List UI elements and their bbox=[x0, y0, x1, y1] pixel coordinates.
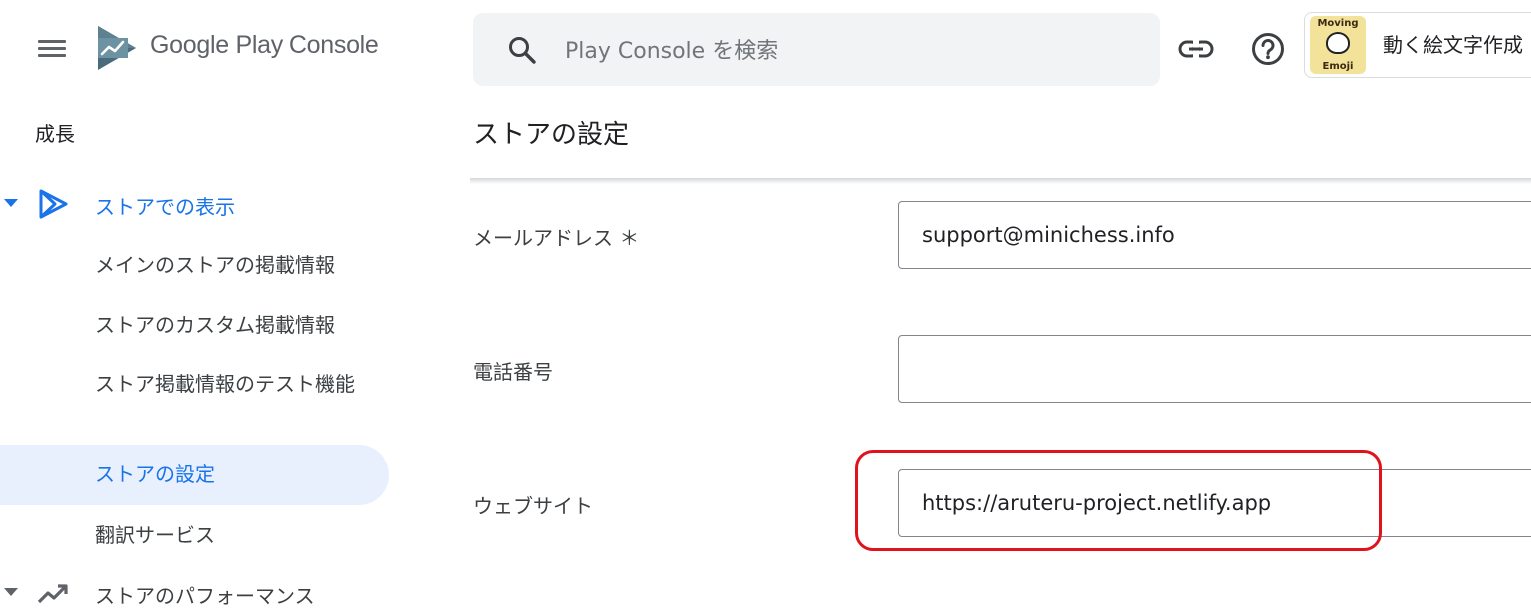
nav-group-store-presence[interactable]: ストアでの表示 bbox=[0, 183, 390, 227]
menu-icon-bar bbox=[38, 54, 66, 57]
sidebar-item-label: 翻訳サービス bbox=[95, 523, 215, 547]
search-icon[interactable] bbox=[507, 35, 537, 65]
sidebar-item-label: メインのストアの掲載情報 bbox=[95, 253, 335, 277]
website-label: ウェブサイト bbox=[473, 494, 593, 518]
title-divider bbox=[470, 178, 1531, 184]
app-icon: Moving Emoji bbox=[1310, 16, 1366, 74]
brand-google-play: Google Play bbox=[150, 31, 283, 59]
app-name: 動く絵文字作成 bbox=[1383, 33, 1523, 57]
sidebar-item-label: ストアの設定 bbox=[95, 462, 215, 486]
main-menu-button[interactable] bbox=[36, 36, 68, 62]
trending-up-icon bbox=[37, 584, 68, 604]
nav-group-label: ストアのパフォーマンス bbox=[95, 584, 315, 608]
play-console-logo-icon bbox=[98, 26, 136, 70]
page-title: ストアの設定 bbox=[473, 120, 630, 150]
email-label: メールアドレス ＊ bbox=[473, 226, 640, 250]
play-triangle-icon bbox=[39, 189, 68, 219]
email-field[interactable] bbox=[898, 201, 1531, 269]
menu-icon-bar bbox=[38, 47, 66, 50]
sidebar-item-main-store-listing[interactable]: メインのストアの掲載情報 bbox=[0, 246, 389, 286]
phone-field[interactable] bbox=[898, 335, 1531, 403]
menu-icon-bar bbox=[38, 40, 66, 43]
emoji-face-icon bbox=[1326, 32, 1350, 54]
nav-group-store-performance[interactable]: ストアのパフォーマンス bbox=[0, 572, 390, 610]
nav-section-growth: 成長 bbox=[35, 122, 75, 146]
sidebar-item-store-listing-experiments[interactable]: ストア掲載情報のテスト機能 bbox=[0, 366, 389, 432]
nav-group-label: ストアでの表示 bbox=[95, 195, 235, 219]
product-logo-text[interactable]: Google Play Console bbox=[150, 31, 379, 60]
app-icon-text-bottom: Emoji bbox=[1322, 61, 1354, 72]
app-icon-text-top: Moving bbox=[1317, 18, 1359, 29]
caret-down-icon bbox=[4, 588, 18, 596]
website-field[interactable] bbox=[898, 469, 1531, 537]
sidebar-item-custom-store-listings[interactable]: ストアのカスタム掲載情報 bbox=[0, 306, 389, 346]
help-icon[interactable] bbox=[1248, 30, 1288, 68]
phone-label: 電話番号 bbox=[473, 360, 553, 384]
search-input[interactable] bbox=[565, 35, 1125, 67]
app-selector[interactable]: Moving Emoji 動く絵文字作成 bbox=[1304, 12, 1531, 78]
sidebar-item-label: ストアのカスタム掲載情報 bbox=[95, 313, 335, 337]
sidebar-item-translation-service[interactable]: 翻訳サービス bbox=[0, 516, 389, 556]
link-icon[interactable] bbox=[1176, 30, 1216, 68]
caret-down-icon bbox=[4, 199, 18, 207]
brand-console: Console bbox=[288, 31, 379, 59]
search-bar[interactable] bbox=[473, 13, 1160, 86]
sidebar-item-store-settings[interactable]: ストアの設定 bbox=[0, 445, 389, 505]
sidebar-item-label: ストア掲載情報のテスト機能 bbox=[95, 372, 355, 396]
